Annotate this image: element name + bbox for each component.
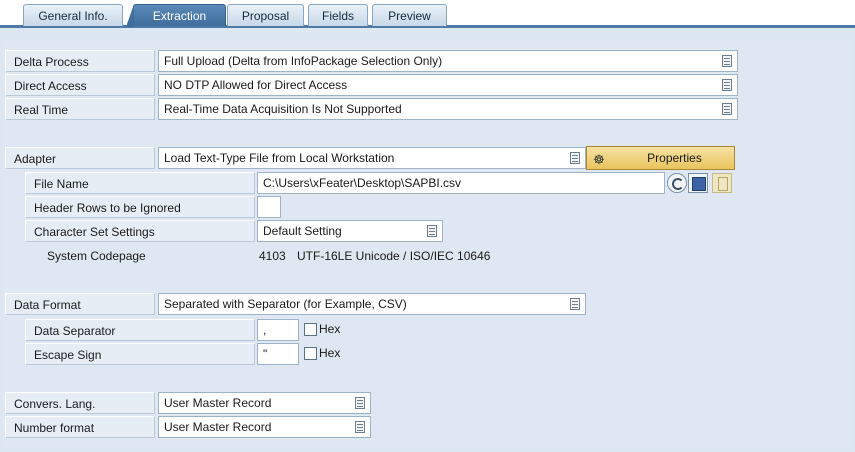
- value-help-icon[interactable]: [722, 79, 732, 91]
- file-name-label: File Name: [25, 172, 255, 194]
- codepage-value: UTF-16LE Unicode / ISO/IEC 10646: [297, 249, 491, 263]
- adapter-value: Load Text-Type File from Local Workstati…: [164, 151, 395, 165]
- convers-lang-label: Convers. Lang.: [5, 392, 155, 414]
- file-name-field[interactable]: C:\Users\xFeater\Desktop\SAPBI.csv: [257, 172, 665, 194]
- charset-value: Default Setting: [263, 224, 342, 238]
- data-format-field[interactable]: Separated with Separator (for Example, C…: [158, 293, 586, 315]
- tab-extraction[interactable]: Extraction: [126, 4, 226, 27]
- value-help-icon[interactable]: [355, 421, 365, 433]
- direct-access-value: NO DTP Allowed for Direct Access: [164, 78, 348, 92]
- tab-label: Preview: [388, 9, 431, 23]
- tab-preview[interactable]: Preview: [372, 4, 447, 26]
- data-separator-input[interactable]: ,: [257, 319, 299, 341]
- value-help-icon[interactable]: [570, 152, 580, 164]
- delete-icon[interactable]: [712, 173, 732, 193]
- charset-field[interactable]: Default Setting: [257, 220, 443, 242]
- properties-label: Properties: [647, 151, 702, 165]
- tab-label: Fields: [321, 9, 354, 23]
- real-time-label: Real Time: [5, 98, 155, 120]
- charset-label: Character Set Settings: [25, 220, 255, 242]
- value-help-icon[interactable]: [722, 55, 732, 67]
- escape-sign-input[interactable]: ": [257, 343, 299, 365]
- tab-fields[interactable]: Fields: [308, 4, 368, 26]
- data-separator-hex-label: Hex: [319, 322, 341, 336]
- real-time-value: Real-Time Data Acquisition Is Not Suppor…: [164, 102, 402, 116]
- tab-strip: General Info. Extraction Proposal Fields…: [0, 0, 855, 28]
- delta-process-label: Delta Process: [5, 50, 155, 72]
- delta-process-value: Full Upload (Delta from InfoPackage Sele…: [164, 54, 443, 68]
- escape-sign-hex-checkbox[interactable]: [304, 347, 317, 360]
- glasses-icon: ☸: [593, 152, 605, 167]
- value-help-icon[interactable]: [722, 103, 732, 115]
- tab-label: Proposal: [241, 9, 290, 23]
- browse-icon[interactable]: [688, 173, 708, 193]
- open-file-icon[interactable]: [667, 173, 687, 193]
- number-format-field[interactable]: User Master Record: [158, 416, 371, 438]
- header-rows-input[interactable]: [257, 196, 281, 218]
- direct-access-field[interactable]: NO DTP Allowed for Direct Access: [158, 74, 738, 96]
- escape-sign-value: ": [263, 347, 268, 361]
- properties-button[interactable]: ☸ Properties: [586, 146, 735, 170]
- data-separator-value: ,: [263, 323, 267, 337]
- data-separator-label: Data Separator: [25, 319, 255, 341]
- codepage-code: 4103: [259, 249, 286, 263]
- escape-sign-hex-label: Hex: [319, 346, 341, 360]
- tab-proposal[interactable]: Proposal: [227, 4, 304, 26]
- tab-label: Extraction: [152, 9, 207, 23]
- tab-label: General Info.: [38, 9, 108, 23]
- convers-lang-value: User Master Record: [164, 396, 272, 410]
- real-time-field[interactable]: Real-Time Data Acquisition Is Not Suppor…: [158, 98, 738, 120]
- tab-general-info[interactable]: General Info.: [23, 4, 123, 26]
- value-help-icon[interactable]: [427, 225, 437, 237]
- adapter-field[interactable]: Load Text-Type File from Local Workstati…: [158, 147, 586, 169]
- direct-access-label: Direct Access: [5, 74, 155, 96]
- escape-sign-label: Escape Sign: [25, 343, 255, 365]
- value-help-icon[interactable]: [355, 397, 365, 409]
- data-separator-hex-checkbox[interactable]: [304, 323, 317, 336]
- data-format-value: Separated with Separator (for Example, C…: [164, 297, 407, 311]
- data-format-label: Data Format: [5, 293, 155, 315]
- file-name-value: C:\Users\xFeater\Desktop\SAPBI.csv: [263, 176, 462, 190]
- number-format-label: Number format: [5, 416, 155, 438]
- value-help-icon[interactable]: [570, 298, 580, 310]
- adapter-label: Adapter: [5, 147, 155, 169]
- delta-process-field[interactable]: Full Upload (Delta from InfoPackage Sele…: [158, 50, 738, 72]
- convers-lang-field[interactable]: User Master Record: [158, 392, 371, 414]
- extraction-panel: Delta Process Full Upload (Delta from In…: [3, 40, 851, 450]
- codepage-label: System Codepage: [47, 249, 146, 263]
- header-rows-label: Header Rows to be Ignored: [25, 196, 255, 218]
- number-format-value: User Master Record: [164, 420, 272, 434]
